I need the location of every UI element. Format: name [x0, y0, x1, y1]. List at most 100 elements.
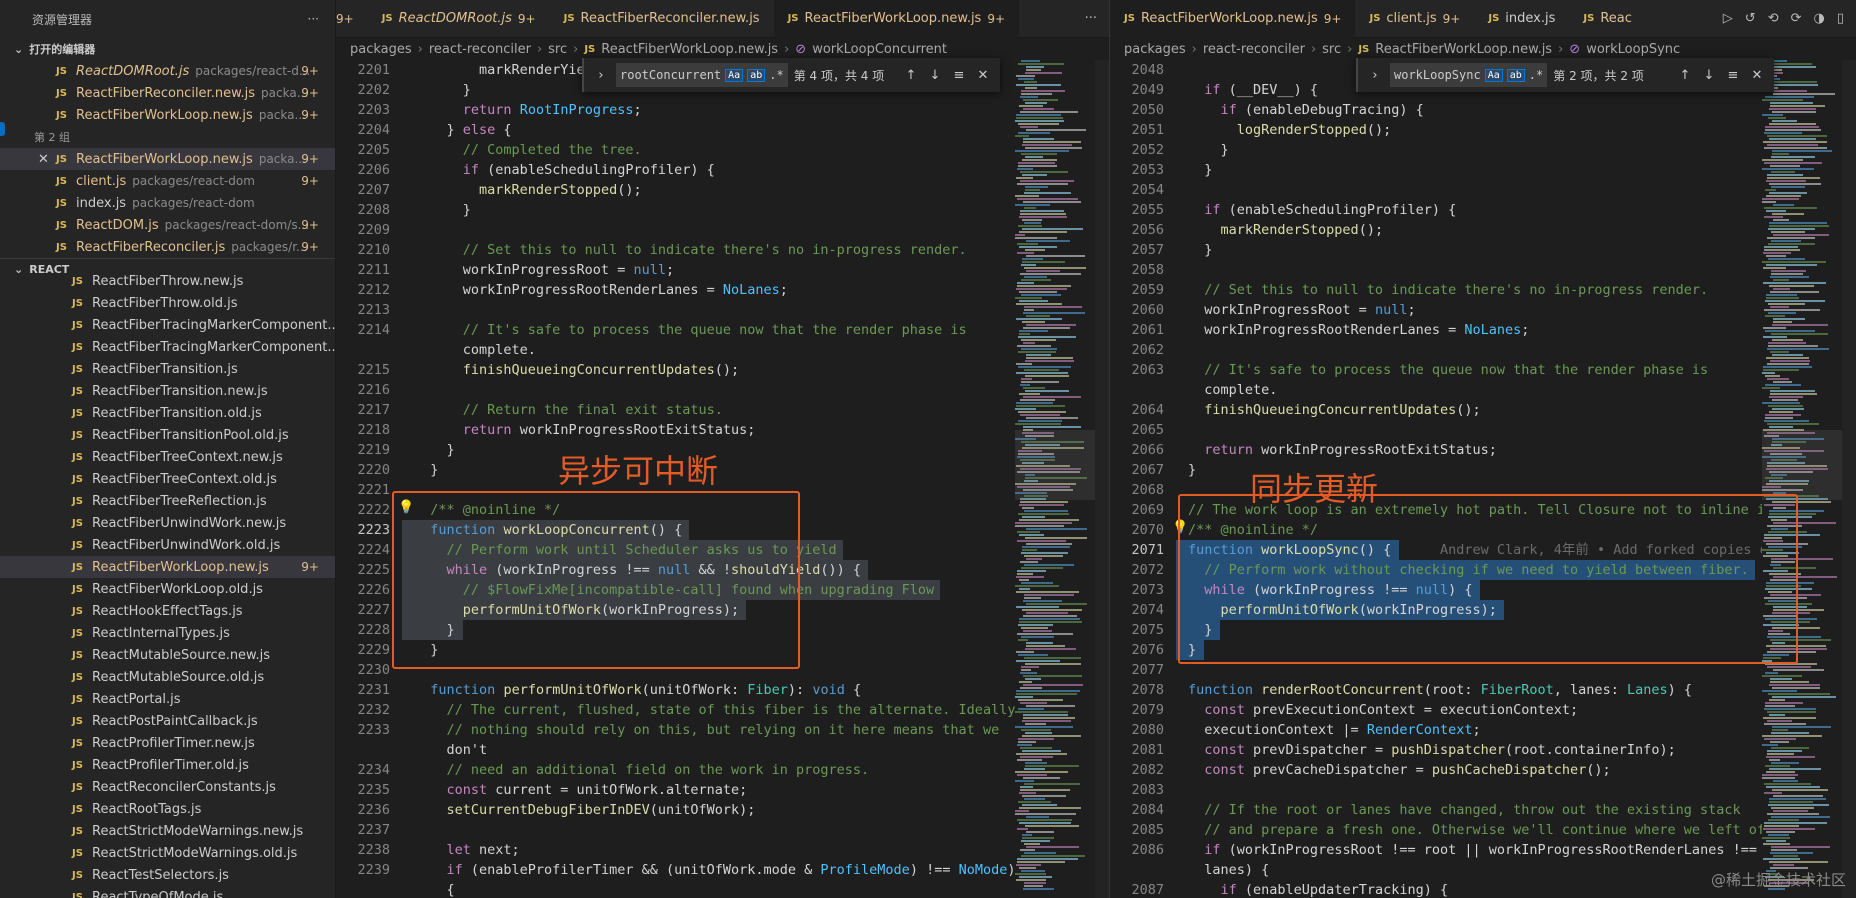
tree-file-item[interactable]: JS ReactFiberTracingMarkerComponent.... [0, 314, 335, 336]
regex-toggle[interactable]: .* [769, 68, 783, 82]
find-input[interactable]: workLoopSync Aa ab .* [1390, 63, 1548, 87]
arrow-up-icon[interactable]: ↑ [1676, 68, 1694, 83]
tree-file-item[interactable]: JS ReactFiberUnwindWork.old.js [0, 534, 335, 556]
tree-file-item[interactable]: JS ReactHookEffectTags.js [0, 600, 335, 622]
crumb-symbol[interactable]: workLoopConcurrent [812, 42, 947, 57]
chevron-right-icon[interactable]: › [592, 68, 610, 83]
crumb-src[interactable]: src [548, 42, 567, 57]
line-number: 2230 [357, 662, 390, 678]
run-icon[interactable]: ▷ [1723, 11, 1733, 26]
more-actions-icon[interactable]: ··· [308, 12, 319, 26]
open-editor-item[interactable]: JS client.js packages/react-dom 9+ [0, 170, 335, 192]
open-editor-item[interactable]: JS ReactFiberReconciler.new.js packa... 9+ [0, 82, 335, 104]
tree-file-item[interactable]: JS ReactTestSelectors.js [0, 864, 335, 886]
arrow-down-icon[interactable]: ↓ [926, 68, 944, 83]
tree-file-item[interactable]: JS ReactFiberTracingMarkerComponent.... [0, 336, 335, 358]
crumb-react-reconciler[interactable]: react-reconciler [1203, 42, 1305, 57]
code-editor-right[interactable]: 2048 2049 if (__DEV__) {2050 if (enableDe… [1110, 60, 1792, 898]
scrollbar-left[interactable] [1095, 60, 1109, 898]
tree-file-item[interactable]: JS ReactFiberTreeReflection.js [0, 490, 335, 512]
match-word-toggle[interactable]: ab [747, 68, 766, 82]
close-icon[interactable]: ✕ [1748, 68, 1766, 83]
match-word-toggle[interactable]: ab [1506, 68, 1525, 82]
tree-file-item[interactable]: JS ReactFiberWorkLoop.old.js [0, 578, 335, 600]
tree-file-item[interactable]: JS ReactFiberTransition.old.js [0, 402, 335, 424]
selection-icon[interactable]: ≡ [950, 68, 968, 83]
tree-file-item[interactable]: JS ReactFiberTransition.new.js [0, 380, 335, 402]
tree-file-item[interactable]: JS ReactPostPaintCallback.js [0, 710, 335, 732]
tree-file-item[interactable]: JS ReactFiberThrow.new.js [0, 270, 335, 292]
tree-file-item[interactable]: JS ReactPortal.js [0, 688, 335, 710]
minimap-line [1021, 636, 1054, 638]
match-case-toggle[interactable]: Aa [1484, 68, 1503, 82]
open-editor-item[interactable]: JS ReactDOMRoot.js packages/react-d... 9+ [0, 60, 335, 82]
tab-client[interactable]: JS client.js 9+ [1355, 0, 1474, 38]
minimap-line [1026, 315, 1050, 317]
tree-file-item[interactable]: JS ReactInternalTypes.js [0, 622, 335, 644]
minimap-right[interactable] [1762, 60, 1842, 898]
minimap-viewport[interactable] [1015, 430, 1095, 500]
tree-file-item[interactable]: JS ReactFiberTreeContext.new.js [0, 446, 335, 468]
tree-file-item[interactable]: JS ReactStrictModeWarnings.old.js [0, 842, 335, 864]
minimap-viewport[interactable] [1762, 430, 1842, 500]
crumb-symbol[interactable]: workLoopSync [1586, 42, 1680, 57]
arrow-up-icon[interactable]: ↑ [902, 68, 920, 83]
tree-file-item[interactable]: JS ReactMutableSource.new.js [0, 644, 335, 666]
tree-file-item[interactable]: JS ReactRootTags.js [0, 798, 335, 820]
crumb-packages[interactable]: packages [1124, 42, 1186, 57]
tree-file-item[interactable]: JS ReactMutableSource.old.js [0, 666, 335, 688]
tree-file-item[interactable]: JS ReactTypeOfMode.js [0, 886, 335, 898]
more-actions-icon[interactable]: ··· [1085, 11, 1097, 26]
tab-reactfiberworkloop-right[interactable]: JS ReactFiberWorkLoop.new.js 9+ [1110, 0, 1356, 38]
tree-file-item[interactable]: JS ReactProfilerTimer.old.js [0, 754, 335, 776]
crumb-file[interactable]: ReactFiberWorkLoop.new.js [601, 42, 778, 57]
close-icon[interactable]: ✕ [974, 68, 992, 83]
tree-file-item[interactable]: JS ReactFiberTransition.js [0, 358, 335, 380]
tab-partial[interactable]: 9+ [336, 0, 368, 38]
layout-icon[interactable]: ▯ [1837, 11, 1844, 26]
go-back-icon[interactable]: ⟲ [1768, 11, 1779, 26]
chevron-right-icon[interactable]: › [1366, 68, 1384, 83]
open-editor-item[interactable]: JS ReactFiberWorkLoop.new.js packa... 9+ [0, 104, 335, 126]
open-editor-item[interactable]: JS ReactDOM.js packages/react-dom/s... 9+ [0, 214, 335, 236]
tree-file-item[interactable]: JS ReactFiberUnwindWork.new.js [0, 512, 335, 534]
open-editors-section[interactable]: ⌄ 打开的编辑器 [0, 38, 335, 60]
scrollbar-right[interactable] [1842, 60, 1856, 898]
tab-reactfiberworkloop[interactable]: JS ReactFiberWorkLoop.new.js 9+ [773, 0, 1020, 38]
line-number: 2066 [1131, 442, 1164, 458]
minimap-line [1021, 552, 1068, 554]
arrow-down-icon[interactable]: ↓ [1700, 68, 1718, 83]
tab-reactdomroot[interactable]: JS ReactDOMRoot.js 9+ [368, 0, 550, 38]
go-forward-icon[interactable]: ⟳ [1791, 11, 1802, 26]
minimap-left[interactable] [1015, 60, 1095, 898]
minimap-line [1015, 234, 1025, 236]
history-icon[interactable]: ↺ [1745, 11, 1756, 26]
open-editor-item[interactable]: JS index.js packages/react-dom [0, 192, 335, 214]
regex-toggle[interactable]: .* [1529, 68, 1543, 82]
tree-file-item[interactable]: JS ReactFiberTreeContext.old.js [0, 468, 335, 490]
open-editor-item[interactable]: ✕ JS ReactFiberWorkLoop.new.js packa... 9+ [0, 148, 335, 170]
crumb-react-reconciler[interactable]: react-reconciler [429, 42, 531, 57]
crumb-src[interactable]: src [1322, 42, 1341, 57]
minimap-line [1763, 717, 1816, 719]
crumb-packages[interactable]: packages [350, 42, 412, 57]
minimap-line [1766, 756, 1815, 758]
split-editor-icon[interactable]: ◑ [1814, 11, 1825, 26]
tree-file-item[interactable]: JS ReactFiberThrow.old.js [0, 292, 335, 314]
minimap-line [1021, 279, 1051, 281]
tree-file-item[interactable]: JS ReactFiberTransitionPool.old.js [0, 424, 335, 446]
find-input[interactable]: rootConcurrent Aa ab .* [616, 63, 788, 87]
minimap-line [1016, 606, 1059, 608]
match-case-toggle[interactable]: Aa [725, 68, 744, 82]
tree-file-item[interactable]: JS ReactProfilerTimer.new.js [0, 732, 335, 754]
tree-file-item[interactable]: JS ReactStrictModeWarnings.new.js [0, 820, 335, 842]
crumb-file[interactable]: ReactFiberWorkLoop.new.js [1375, 42, 1552, 57]
close-icon[interactable]: ✕ [38, 152, 49, 167]
open-editor-item[interactable]: JS ReactFiberReconciler.js packages/r... 9+ [0, 236, 335, 258]
tab-index[interactable]: JS index.js [1474, 0, 1569, 38]
selection-icon[interactable]: ≡ [1724, 68, 1742, 83]
tab-reac-partial[interactable]: JS Reac [1569, 0, 1646, 38]
tab-reactfiberreconciler[interactable]: JS ReactFiberReconciler.new.js [550, 0, 774, 38]
tree-file-item[interactable]: JS ReactReconcilerConstants.js [0, 776, 335, 798]
tree-file-item[interactable]: JS ReactFiberWorkLoop.new.js 9+ [0, 556, 335, 578]
